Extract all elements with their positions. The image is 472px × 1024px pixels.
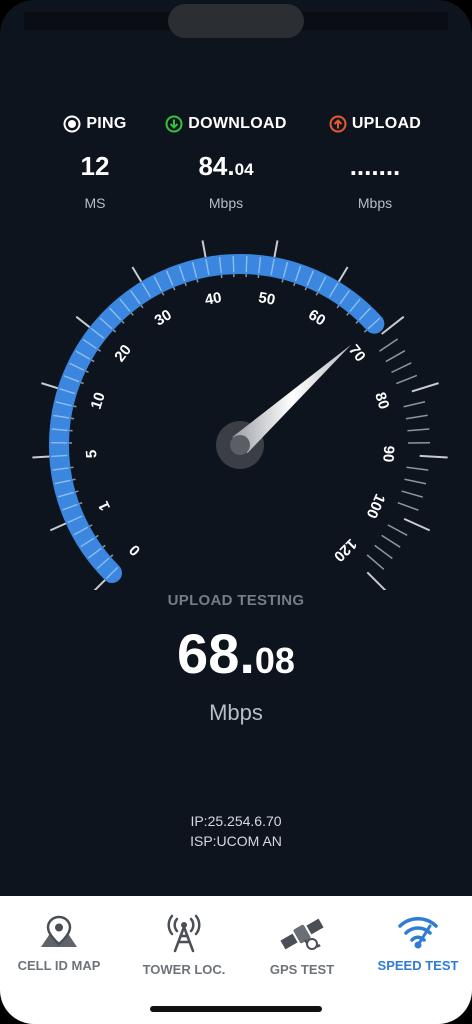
gauge-label: 0	[126, 541, 144, 559]
gauge-tick	[366, 571, 387, 590]
download-unit: Mbps	[208, 195, 244, 211]
gauge-tick	[381, 534, 401, 548]
download-stat: DOWNLOAD 84.04 Mbps	[146, 115, 306, 211]
gauge-tick	[407, 428, 430, 432]
gauge-hub-cap	[230, 435, 250, 455]
upload-label: UPLOAD	[351, 115, 422, 132]
gauge-arc-tick	[245, 256, 248, 273]
gauge-tick	[405, 414, 428, 420]
map-pin-icon	[41, 915, 77, 947]
gauge-progress-arc	[49, 254, 385, 583]
gauge-label: 40	[203, 289, 222, 309]
gauge-tick	[396, 374, 418, 385]
gauge-tick	[397, 501, 419, 511]
download-icon	[165, 115, 183, 133]
gauge-label: 20	[111, 342, 135, 366]
gauge-tick	[378, 338, 399, 352]
upload-unit: Mbps	[357, 195, 393, 211]
gauge-arc-tick	[232, 256, 235, 273]
satellite-icon	[280, 918, 324, 950]
camera-notch	[168, 4, 304, 38]
gauge-tick	[419, 454, 448, 459]
gauge-tick	[381, 315, 405, 335]
tower-icon	[167, 914, 201, 953]
gauge-needle	[232, 344, 352, 454]
gauge-tick	[374, 544, 393, 560]
gauge-label: 70	[345, 342, 369, 366]
tab-tower-location[interactable]: TOWER LOC.	[125, 914, 243, 977]
download-label: DOWNLOAD	[188, 115, 287, 132]
isp-name: ISP:UCOM AN	[190, 833, 282, 849]
tab-label: SPEED TEST	[377, 958, 459, 973]
download-value: 84.04	[198, 151, 254, 181]
ping-label: PING	[86, 115, 127, 132]
gauge-tick	[406, 466, 429, 471]
gauge-label: 80	[371, 390, 392, 411]
gauge-label: 5	[83, 449, 100, 458]
gauge-tick	[403, 517, 431, 532]
gauge-tick	[387, 524, 408, 536]
tab-label: CELL ID MAP	[17, 958, 101, 973]
current-speed-unit: Mbps	[209, 700, 263, 725]
gauge-label: 50	[257, 289, 276, 309]
gauge-tick	[401, 490, 423, 498]
upload-value: .......	[349, 151, 401, 181]
gauge-tick	[404, 478, 427, 485]
speed-gauge: 0 1 5 10 20 30 40 50 60 70 80 90 100120	[32, 240, 448, 590]
gauge-tick	[411, 382, 439, 393]
upload-icon	[329, 115, 347, 133]
tab-label: GPS TEST	[269, 962, 335, 977]
ip-address: IP:25.254.6.70	[190, 813, 282, 829]
wifi-icon	[398, 917, 438, 949]
gauge-tick	[385, 350, 406, 363]
stats-row: PING 12 MS DOWNLOAD 84.04 Mbps UPLOAD ..…	[0, 115, 472, 225]
tab-label: TOWER LOC.	[142, 962, 226, 977]
gauge-label: 120	[330, 535, 360, 565]
gauge-label: 1	[95, 499, 114, 514]
tab-cell-id-map[interactable]: CELL ID MAP	[0, 914, 118, 973]
gauge-label: 100	[363, 491, 389, 521]
tab-speed-test[interactable]: SPEED TEST	[359, 914, 472, 973]
upload-stat: UPLOAD ....... Mbps	[295, 115, 455, 211]
gauge-label: 60	[305, 306, 328, 329]
gauge-tick	[366, 554, 385, 570]
gauge-arc-tick	[51, 454, 68, 458]
gauge-label: 30	[152, 306, 175, 329]
gauge-tick	[391, 362, 412, 374]
phone-screen: PING 12 MS DOWNLOAD 84.04 Mbps UPLOAD ..…	[0, 0, 472, 1024]
gauge-tick	[403, 401, 426, 408]
current-speed: 68.08	[177, 622, 295, 685]
ping-icon	[63, 115, 81, 133]
tab-gps-test[interactable]: GPS TEST	[243, 914, 361, 977]
gauge-label: 90	[379, 445, 397, 463]
bottom-tab-bar: CELL ID MAP TOWER LOC. GPS TEST SPEED TE…	[0, 896, 472, 1024]
gauge-label: 10	[88, 390, 109, 411]
test-status: UPLOAD TESTING	[167, 592, 305, 609]
home-indicator	[150, 1006, 322, 1012]
